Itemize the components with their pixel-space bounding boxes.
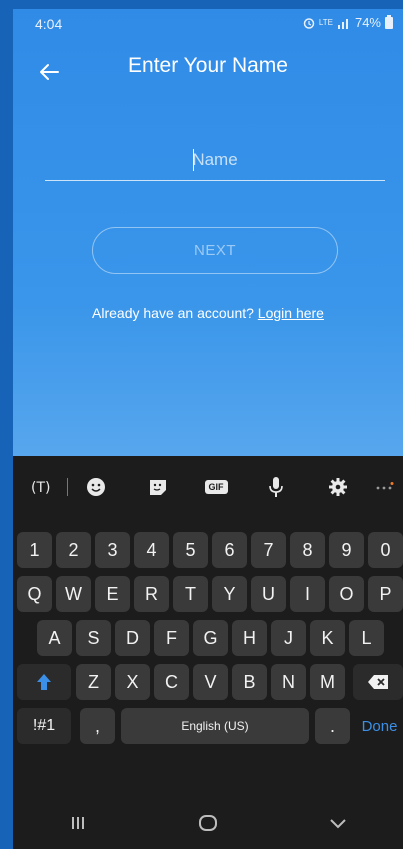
- more-options-icon[interactable]: [371, 474, 397, 500]
- on-screen-keyboard: (T) GIF 1 2 3 4 5 6 7 8 9 0 Q W E R T Y …: [13, 456, 403, 849]
- symbols-key[interactable]: !#1: [17, 708, 71, 744]
- signal-icon: [337, 18, 348, 29]
- key-g[interactable]: G: [193, 620, 228, 656]
- app-screen: 4:04 LTE 74% Enter Your Name NEXT Alread…: [13, 9, 403, 849]
- key-3[interactable]: 3: [95, 532, 130, 568]
- key-q[interactable]: Q: [17, 576, 52, 612]
- key-t[interactable]: T: [173, 576, 208, 612]
- page-title: Enter Your Name: [128, 54, 288, 77]
- key-k[interactable]: K: [310, 620, 345, 656]
- key-m[interactable]: M: [310, 664, 345, 700]
- emoji-icon[interactable]: [83, 474, 109, 500]
- home-icon: [199, 815, 217, 831]
- key-d[interactable]: D: [115, 620, 150, 656]
- alarm-icon: [303, 17, 315, 29]
- toolbar-separator: [67, 478, 68, 496]
- key-w[interactable]: W: [56, 576, 91, 612]
- key-x[interactable]: X: [115, 664, 150, 700]
- key-h[interactable]: H: [232, 620, 267, 656]
- key-f[interactable]: F: [154, 620, 189, 656]
- home-button[interactable]: [178, 808, 238, 838]
- key-8[interactable]: 8: [290, 532, 325, 568]
- key-z[interactable]: Z: [76, 664, 111, 700]
- backspace-key[interactable]: [353, 664, 403, 700]
- key-v[interactable]: V: [193, 664, 228, 700]
- key-9[interactable]: 9: [329, 532, 364, 568]
- recent-apps-icon: [72, 817, 84, 829]
- system-nav-bar: [13, 797, 403, 849]
- shift-arrow-icon: [37, 674, 51, 690]
- microphone-icon[interactable]: [263, 474, 289, 500]
- key-4[interactable]: 4: [134, 532, 169, 568]
- text-caret: [193, 149, 194, 171]
- key-s[interactable]: S: [76, 620, 111, 656]
- name-input[interactable]: [45, 139, 385, 181]
- login-prompt-text: Already have an account?: [92, 305, 254, 321]
- status-icons: LTE 74%: [303, 14, 393, 30]
- key-5[interactable]: 5: [173, 532, 208, 568]
- key-l[interactable]: L: [349, 620, 384, 656]
- key-u[interactable]: U: [251, 576, 286, 612]
- svg-text:(T): (T): [31, 480, 50, 496]
- key-2[interactable]: 2: [56, 532, 91, 568]
- chevron-down-icon: [330, 819, 346, 829]
- gear-icon[interactable]: [325, 474, 351, 500]
- done-key[interactable]: Done: [356, 708, 403, 744]
- comma-key[interactable]: ,: [80, 708, 115, 744]
- login-link[interactable]: Login here: [258, 305, 324, 321]
- battery-percent: 74%: [354, 15, 381, 30]
- key-c[interactable]: C: [154, 664, 189, 700]
- key-j[interactable]: J: [271, 620, 306, 656]
- period-key[interactable]: .: [315, 708, 350, 744]
- key-p[interactable]: P: [368, 576, 403, 612]
- space-key[interactable]: English (US): [121, 708, 309, 744]
- status-time: 4:04: [35, 16, 63, 32]
- key-r[interactable]: R: [134, 576, 169, 612]
- gif-label: GIF: [204, 480, 228, 494]
- hide-keyboard-button[interactable]: [308, 808, 368, 838]
- key-y[interactable]: Y: [212, 576, 247, 612]
- gif-icon[interactable]: GIF: [203, 474, 229, 500]
- key-b[interactable]: B: [232, 664, 267, 700]
- login-prompt: Already have an account? Login here: [13, 305, 403, 321]
- sticker-icon[interactable]: [145, 474, 171, 500]
- backspace-icon: [368, 675, 388, 689]
- battery-icon: [385, 14, 393, 29]
- keyboard-toolbar: (T) GIF: [13, 456, 403, 514]
- shift-key[interactable]: [17, 664, 71, 700]
- key-i[interactable]: I: [290, 576, 325, 612]
- key-e[interactable]: E: [95, 576, 130, 612]
- key-7[interactable]: 7: [251, 532, 286, 568]
- key-n[interactable]: N: [271, 664, 306, 700]
- translate-icon[interactable]: (T): [27, 474, 53, 500]
- next-button[interactable]: NEXT: [92, 227, 338, 274]
- recent-apps-button[interactable]: [48, 808, 108, 838]
- key-o[interactable]: O: [329, 576, 364, 612]
- key-1[interactable]: 1: [17, 532, 52, 568]
- key-6[interactable]: 6: [212, 532, 247, 568]
- key-0[interactable]: 0: [368, 532, 403, 568]
- key-a[interactable]: A: [37, 620, 72, 656]
- status-bar: 4:04 LTE 74%: [13, 9, 403, 39]
- network-label: LTE: [318, 17, 333, 27]
